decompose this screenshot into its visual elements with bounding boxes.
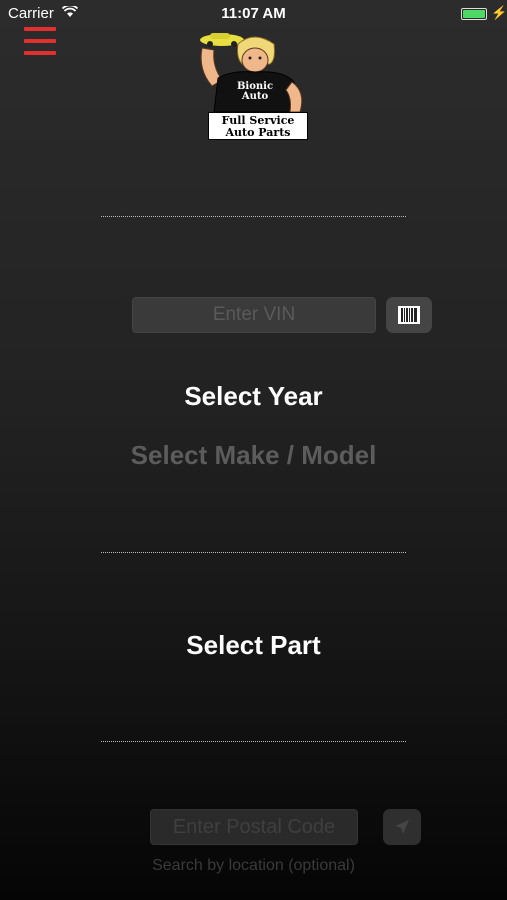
menu-icon-bar [24,27,56,31]
divider [101,741,406,742]
logo-tagline-line: Auto Parts [225,126,291,139]
divider [101,552,406,553]
vin-input[interactable] [132,297,376,333]
charging-icon: ⚡ [491,5,507,20]
location-arrow-icon [395,820,409,834]
clock: 11:07 AM [221,5,286,22]
barcode-icon [398,306,420,324]
logo-brand-line: Auto [241,91,269,102]
status-bar: Carrier 11:07 AM ⚡ [0,0,507,28]
current-location-button[interactable] [383,809,421,845]
location-hint: Search by location (optional) [152,857,355,874]
select-year-button[interactable]: Select Year [0,381,507,412]
divider [101,216,406,217]
hamburger-menu-button[interactable] [24,27,56,59]
postal-code-input[interactable] [150,809,358,845]
battery-icon [461,8,487,20]
select-part-button[interactable]: Select Part [0,630,507,661]
menu-icon-bar [24,51,56,55]
logo-tagline: Full Service Auto Parts [208,112,308,140]
select-make-model-button[interactable]: Select Make / Model [0,440,507,471]
app-logo: Bionic Auto Full Service Auto Parts [192,30,312,142]
menu-icon-bar [24,39,56,43]
barcode-scan-button[interactable] [386,297,432,333]
